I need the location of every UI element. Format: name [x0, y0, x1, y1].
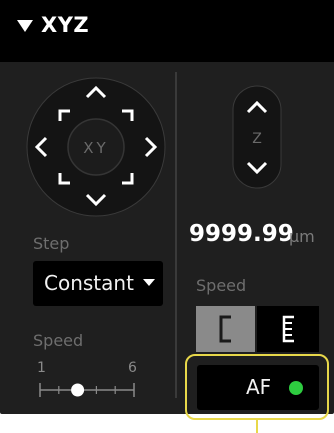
position-value: 9999.99 [189, 221, 294, 247]
bracket-coarse-icon [219, 315, 231, 343]
triangle-down-icon[interactable] [15, 16, 35, 36]
step-label: Step [33, 234, 70, 253]
slider-thumb[interactable] [71, 383, 85, 397]
step-selected: Constant [44, 271, 134, 295]
callout-leader-line [256, 420, 258, 433]
panel-header[interactable]: XYZ [0, 0, 334, 62]
z-pad: Z [232, 85, 282, 189]
speed-fine-button[interactable] [257, 306, 319, 352]
caret-down-icon [143, 279, 155, 286]
z-speed-label: Speed [196, 276, 247, 295]
column-divider [175, 72, 177, 398]
panel-title: XYZ [41, 13, 90, 37]
xy-pad: XY [26, 77, 166, 217]
position-unit: μm [289, 227, 315, 246]
z-label: Z [252, 131, 262, 147]
speed-slider[interactable] [36, 379, 140, 401]
step-dropdown[interactable]: Constant [33, 261, 163, 306]
speed-max-label: 6 [128, 360, 137, 376]
speed-coarse-button[interactable] [196, 306, 255, 352]
af-highlight-box [185, 354, 329, 420]
xyz-panel: XY Z XY Z Step Constant Speed 1 6 9999.99… [0, 0, 334, 414]
root: XY Z XY Z Step Constant Speed 1 6 9999.99… [0, 0, 334, 433]
xy-label: XY [83, 139, 108, 157]
bracket-fine-icon [282, 315, 294, 343]
speed-label: Speed [33, 331, 84, 350]
speed-min-label: 1 [37, 360, 46, 376]
